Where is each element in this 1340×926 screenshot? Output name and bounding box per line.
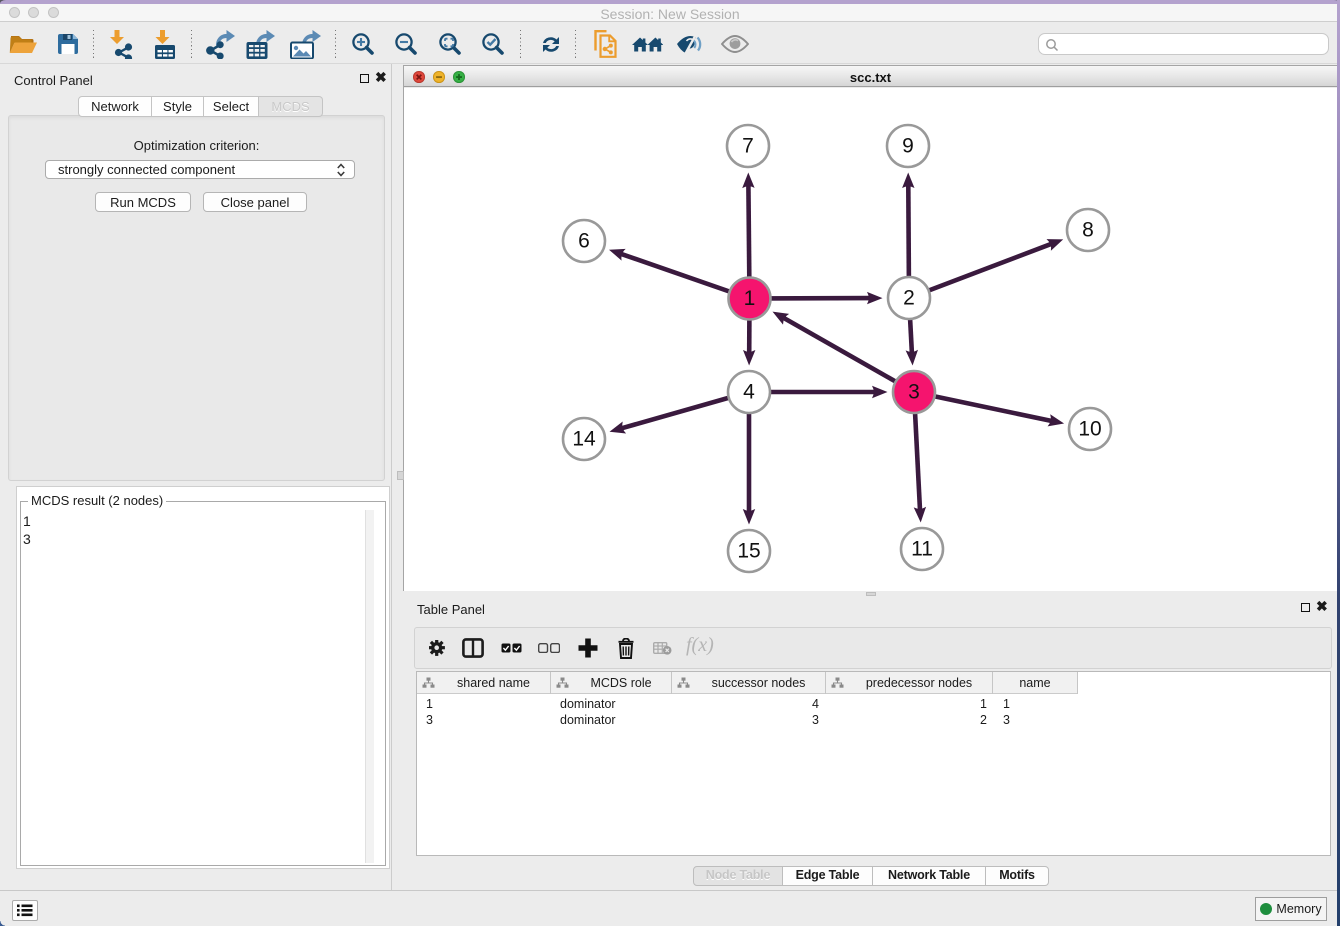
svg-text:2: 2 <box>903 287 915 310</box>
svg-text:9: 9 <box>902 135 914 158</box>
svg-text:3: 3 <box>908 381 920 404</box>
svg-text:7: 7 <box>742 135 754 158</box>
svg-text:14: 14 <box>572 428 596 451</box>
svg-text:6: 6 <box>578 230 590 253</box>
svg-text:11: 11 <box>911 538 933 561</box>
svg-text:10: 10 <box>1078 418 1101 441</box>
svg-text:1: 1 <box>744 287 756 310</box>
svg-text:15: 15 <box>737 540 760 563</box>
svg-text:8: 8 <box>1082 219 1094 242</box>
svg-text:4: 4 <box>743 381 755 404</box>
